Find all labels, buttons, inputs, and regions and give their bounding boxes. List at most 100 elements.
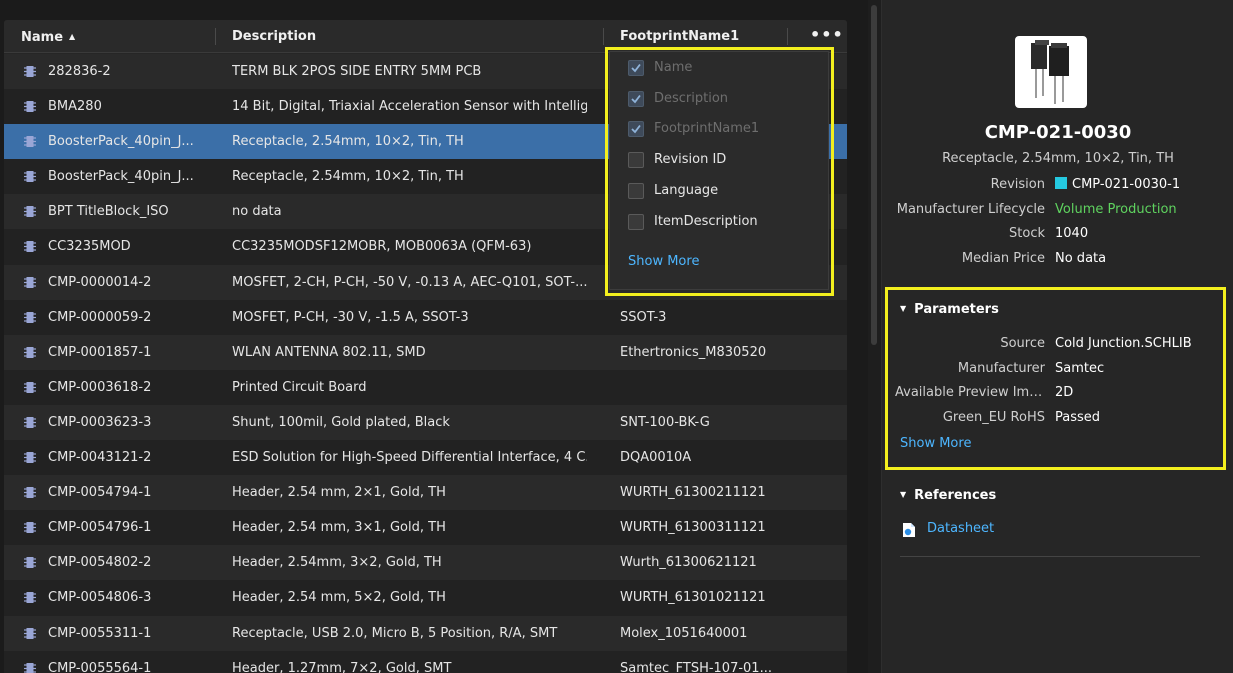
lifecycle-label: Manufacturer Lifecycle (896, 202, 1045, 217)
parameter-value: Passed (1055, 410, 1101, 425)
component-chip-icon (24, 557, 36, 569)
component-chip-icon (24, 136, 36, 148)
component-chip-icon (24, 416, 36, 428)
median-price-label: Median Price (961, 251, 1045, 266)
table-row[interactable]: CMP-0054794-1 Header, 2.54 mm, 2×1, Gold,… (4, 475, 847, 511)
checkbox (628, 91, 644, 107)
checkmark-icon (631, 63, 641, 73)
component-chip-icon (24, 662, 36, 673)
parameter-label: Available Preview Ima... (895, 385, 1045, 400)
column-options-button[interactable]: ••• (810, 20, 844, 53)
column-header-footprint[interactable]: FootprintName1 (620, 20, 739, 53)
scrollbar[interactable] (871, 5, 877, 345)
cell-footprint: DQA0010A (620, 450, 692, 466)
component-chip-icon (24, 66, 36, 77)
component-chip-icon (24, 206, 36, 218)
cell-description: Receptacle, 2.54mm, 10×2, Tin, TH (232, 134, 464, 150)
checkbox[interactable] (628, 183, 644, 199)
column-divider[interactable] (603, 28, 604, 45)
column-chooser-menu: Show More Name Description FootprintName1 R… (609, 51, 829, 290)
column-toggle-label: Revision ID (654, 152, 727, 167)
parameter-label: Green_EU RoHS (942, 410, 1045, 425)
checkbox (628, 60, 644, 76)
component-chip-icon (24, 241, 36, 253)
checkmark-icon (631, 124, 641, 134)
lifecycle-value: Volume Production (1055, 202, 1177, 217)
table-row[interactable]: CMP-0054806-3 Header, 2.54 mm, 5×2, Gold,… (4, 580, 847, 616)
cell-name: CMP-0054802-2 (48, 555, 152, 571)
component-chip-icon (24, 487, 36, 499)
cell-description: Receptacle, 2.54mm, 10×2, Tin, TH (232, 169, 464, 185)
column-divider[interactable] (215, 28, 216, 45)
component-chip-icon (24, 381, 36, 393)
details-pane: CMP-021-0030 Receptacle, 2.54mm, 10×2, T… (881, 0, 1233, 673)
column-header-name[interactable]: Name ▲ (21, 20, 75, 53)
component-chip-icon (24, 101, 36, 113)
table-row[interactable]: CMP-0000059-2 MOSFET, P-CH, -30 V, -1.5 A… (4, 299, 847, 335)
cell-footprint: Ethertronics_M830520 (620, 344, 767, 360)
table-row[interactable]: CMP-0003618-2 Printed Circuit Board (4, 369, 847, 405)
table-row[interactable]: CMP-0043121-2 ESD Solution for High-Speed… (4, 440, 847, 476)
cell-description: Shunt, 100mil, Gold plated, Black (232, 414, 450, 430)
cell-footprint: Samtec_FTSH-107-01... (620, 660, 772, 673)
cell-description: WLAN ANTENNA 802.11, SMD (232, 344, 426, 360)
cell-name: CMP-0054794-1 (48, 485, 152, 501)
component-thumbnail (1015, 36, 1087, 108)
cell-footprint: SNT-100-BK-G (620, 414, 710, 430)
stock-label: Stock (1009, 226, 1045, 241)
cell-footprint: WURTH_61300311121 (620, 520, 766, 536)
caret-down-icon: ▼ (900, 304, 907, 313)
cell-description: Header, 2.54 mm, 5×2, Gold, TH (232, 590, 446, 606)
column-toggle-label: Description (654, 91, 729, 106)
show-more-parameters-link[interactable]: Show More (900, 436, 971, 451)
parameter-value: 2D (1055, 385, 1074, 400)
table-row[interactable]: CMP-0054796-1 Header, 2.54 mm, 3×1, Gold,… (4, 510, 847, 546)
cell-name: CMP-0000014-2 (48, 274, 152, 290)
parameter-value: Samtec (1055, 361, 1105, 376)
revision-value[interactable]: CMP-021-0030-1 (1055, 177, 1180, 192)
revision-label: Revision (990, 177, 1045, 192)
caret-down-icon: ▼ (900, 490, 907, 499)
table-row[interactable]: CMP-0055311-1 Receptacle, USB 2.0, Micro … (4, 615, 847, 651)
show-more-columns-link[interactable]: Show More (628, 254, 699, 269)
cell-description: ESD Solution for High-Speed Differential… (232, 450, 587, 466)
cell-description: Header, 1.27mm, 7×2, Gold, SMT (232, 660, 452, 673)
cell-name: CMP-0003623-3 (48, 414, 152, 430)
column-header-description[interactable]: Description (232, 20, 316, 53)
column-divider[interactable] (787, 28, 788, 45)
table-row[interactable]: CMP-0054802-2 Header, 2.54mm, 3×2, Gold, … (4, 545, 847, 581)
cell-footprint: SSOT-3 (620, 309, 667, 325)
cell-name: CMP-0054796-1 (48, 520, 152, 536)
cell-name: CMP-0055311-1 (48, 625, 152, 641)
component-chip-icon (24, 522, 36, 534)
component-chip-icon (24, 346, 36, 358)
table-row[interactable]: CMP-0003623-3 Shunt, 100mil, Gold plated,… (4, 404, 847, 441)
cell-description: Header, 2.54 mm, 3×1, Gold, TH (232, 520, 446, 536)
checkmark-icon (631, 94, 641, 104)
cell-name: CMP-0003618-2 (48, 379, 152, 395)
cell-footprint: Molex_1051640001 (620, 625, 748, 641)
checkbox[interactable] (628, 214, 644, 230)
cell-name: CMP-0055564-1 (48, 660, 152, 673)
section-divider (900, 556, 1200, 557)
median-price-value: No data (1055, 251, 1107, 266)
component-chip-icon (24, 627, 36, 639)
column-toggle-label: Name (654, 60, 693, 75)
cell-name: 282836-2 (48, 64, 111, 79)
references-section-toggle[interactable]: ▼ References (900, 488, 996, 503)
document-icon (903, 523, 915, 537)
parameters-section-toggle[interactable]: ▼ Parameters (900, 302, 999, 317)
cell-name: BPT TitleBlock_ISO (48, 204, 169, 220)
cell-name: CMP-0001857-1 (48, 344, 152, 360)
component-title: CMP-021-0030 (984, 122, 1132, 143)
table-row[interactable]: CMP-0055564-1 Header, 1.27mm, 7×2, Gold, … (4, 650, 847, 673)
cell-description: Printed Circuit Board (232, 379, 367, 395)
sort-ascending-icon: ▲ (69, 32, 76, 41)
column-toggle-label: Language (654, 183, 719, 198)
cell-name: CMP-0054806-3 (48, 590, 152, 606)
table-row[interactable]: CMP-0001857-1 WLAN ANTENNA 802.11, SMD Eth… (4, 334, 847, 370)
table-header: Name ▲ Description FootprintName1 ••• (4, 20, 847, 53)
checkbox[interactable] (628, 152, 644, 168)
stock-value: 1040 (1055, 226, 1089, 241)
cell-description: 14 Bit, Digital, Triaxial Acceleration S… (232, 99, 587, 115)
